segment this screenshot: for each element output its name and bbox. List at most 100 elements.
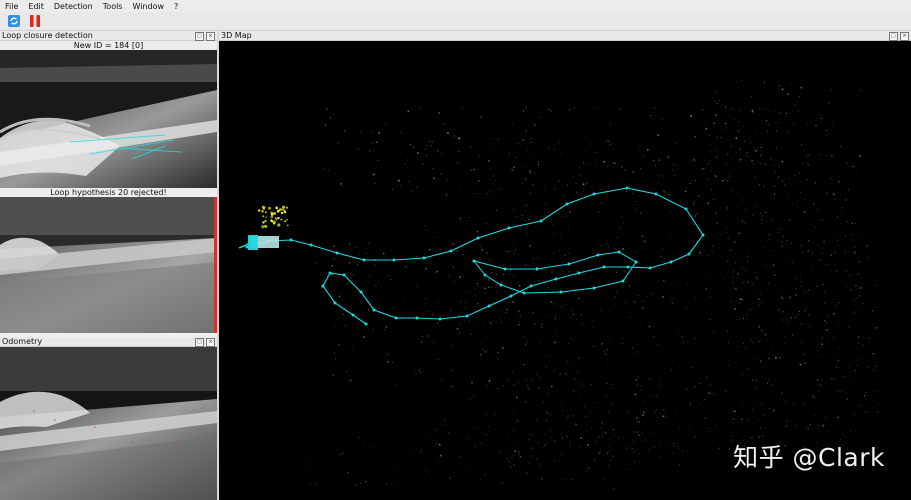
- point: [346, 283, 348, 285]
- point: [425, 298, 427, 300]
- point: [793, 123, 794, 125]
- point: [527, 293, 529, 295]
- float-icon[interactable]: ▢: [889, 32, 898, 41]
- point: [599, 207, 601, 209]
- point: [835, 366, 837, 368]
- point: [801, 144, 803, 146]
- point: [800, 323, 802, 325]
- point: [488, 279, 490, 281]
- point: [608, 439, 610, 440]
- point: [538, 442, 539, 444]
- point: [735, 262, 736, 264]
- point: [768, 407, 770, 410]
- point: [716, 285, 718, 287]
- point: [874, 391, 876, 393]
- trajectory-node: [483, 273, 487, 277]
- menu-detection[interactable]: Detection: [54, 2, 93, 11]
- point: [351, 349, 353, 351]
- point: [548, 260, 550, 262]
- point: [854, 333, 856, 335]
- point: [410, 486, 412, 488]
- point: [573, 107, 575, 109]
- point: [509, 251, 511, 253]
- point: [480, 247, 482, 249]
- point: [604, 431, 607, 434]
- point: [739, 319, 741, 321]
- point: [691, 366, 693, 368]
- menu-help[interactable]: ?: [174, 2, 178, 11]
- point: [741, 404, 743, 406]
- point: [666, 416, 668, 418]
- point: [701, 198, 703, 199]
- pause-button[interactable]: [28, 14, 42, 28]
- point: [685, 191, 686, 192]
- point: [550, 414, 552, 416]
- 3d-map-view[interactable]: 知乎 @Clark: [219, 41, 911, 500]
- trajectory-node: [328, 271, 332, 275]
- close-icon[interactable]: ×: [900, 32, 909, 41]
- point: [782, 156, 784, 158]
- point: [744, 222, 746, 224]
- point: [496, 283, 498, 286]
- point: [441, 379, 443, 380]
- point: [790, 255, 792, 257]
- point: [565, 216, 567, 218]
- point: [738, 302, 740, 304]
- point: [787, 301, 789, 303]
- point: [412, 147, 414, 149]
- point: [803, 404, 805, 405]
- point: [823, 403, 825, 405]
- menu-edit[interactable]: Edit: [28, 2, 44, 11]
- point: [650, 245, 652, 247]
- menu-window[interactable]: Window: [132, 2, 164, 11]
- point: [802, 163, 803, 165]
- point: [630, 421, 632, 423]
- point: [525, 178, 527, 180]
- point: [830, 254, 832, 256]
- point: [519, 455, 522, 458]
- point: [473, 168, 476, 171]
- point: [599, 188, 602, 191]
- point: [816, 209, 818, 210]
- point: [759, 360, 762, 362]
- point: [591, 187, 593, 189]
- point: [713, 141, 715, 143]
- menu-file[interactable]: File: [5, 2, 18, 11]
- point: [739, 158, 742, 161]
- point: [807, 162, 809, 164]
- point: [681, 336, 683, 338]
- refresh-button[interactable]: [7, 14, 21, 28]
- point: [823, 284, 825, 285]
- point: [686, 283, 688, 285]
- point: [779, 399, 781, 401]
- menu-tools[interactable]: Tools: [103, 2, 123, 11]
- point: [483, 349, 484, 350]
- close-icon[interactable]: ×: [206, 338, 215, 347]
- point: [425, 267, 427, 270]
- point: [388, 275, 390, 277]
- point: [522, 218, 524, 220]
- trajectory-node: [535, 267, 539, 271]
- point: [739, 268, 741, 270]
- point: [776, 193, 778, 195]
- point: [561, 436, 564, 439]
- point: [790, 317, 792, 319]
- point: [660, 175, 662, 177]
- trajectory-node: [487, 304, 491, 308]
- point: [715, 212, 718, 214]
- point: [460, 123, 462, 125]
- close-icon[interactable]: ×: [206, 32, 215, 41]
- point: [839, 352, 841, 354]
- point: [486, 193, 488, 194]
- float-icon[interactable]: ▢: [195, 338, 204, 347]
- float-icon[interactable]: ▢: [195, 32, 204, 41]
- point: [622, 248, 625, 250]
- point: [459, 217, 462, 220]
- point: [529, 361, 531, 363]
- point: [523, 303, 524, 305]
- point: [727, 342, 729, 344]
- point: [837, 216, 839, 218]
- point: [540, 477, 543, 479]
- point: [775, 271, 777, 273]
- point: [538, 376, 540, 378]
